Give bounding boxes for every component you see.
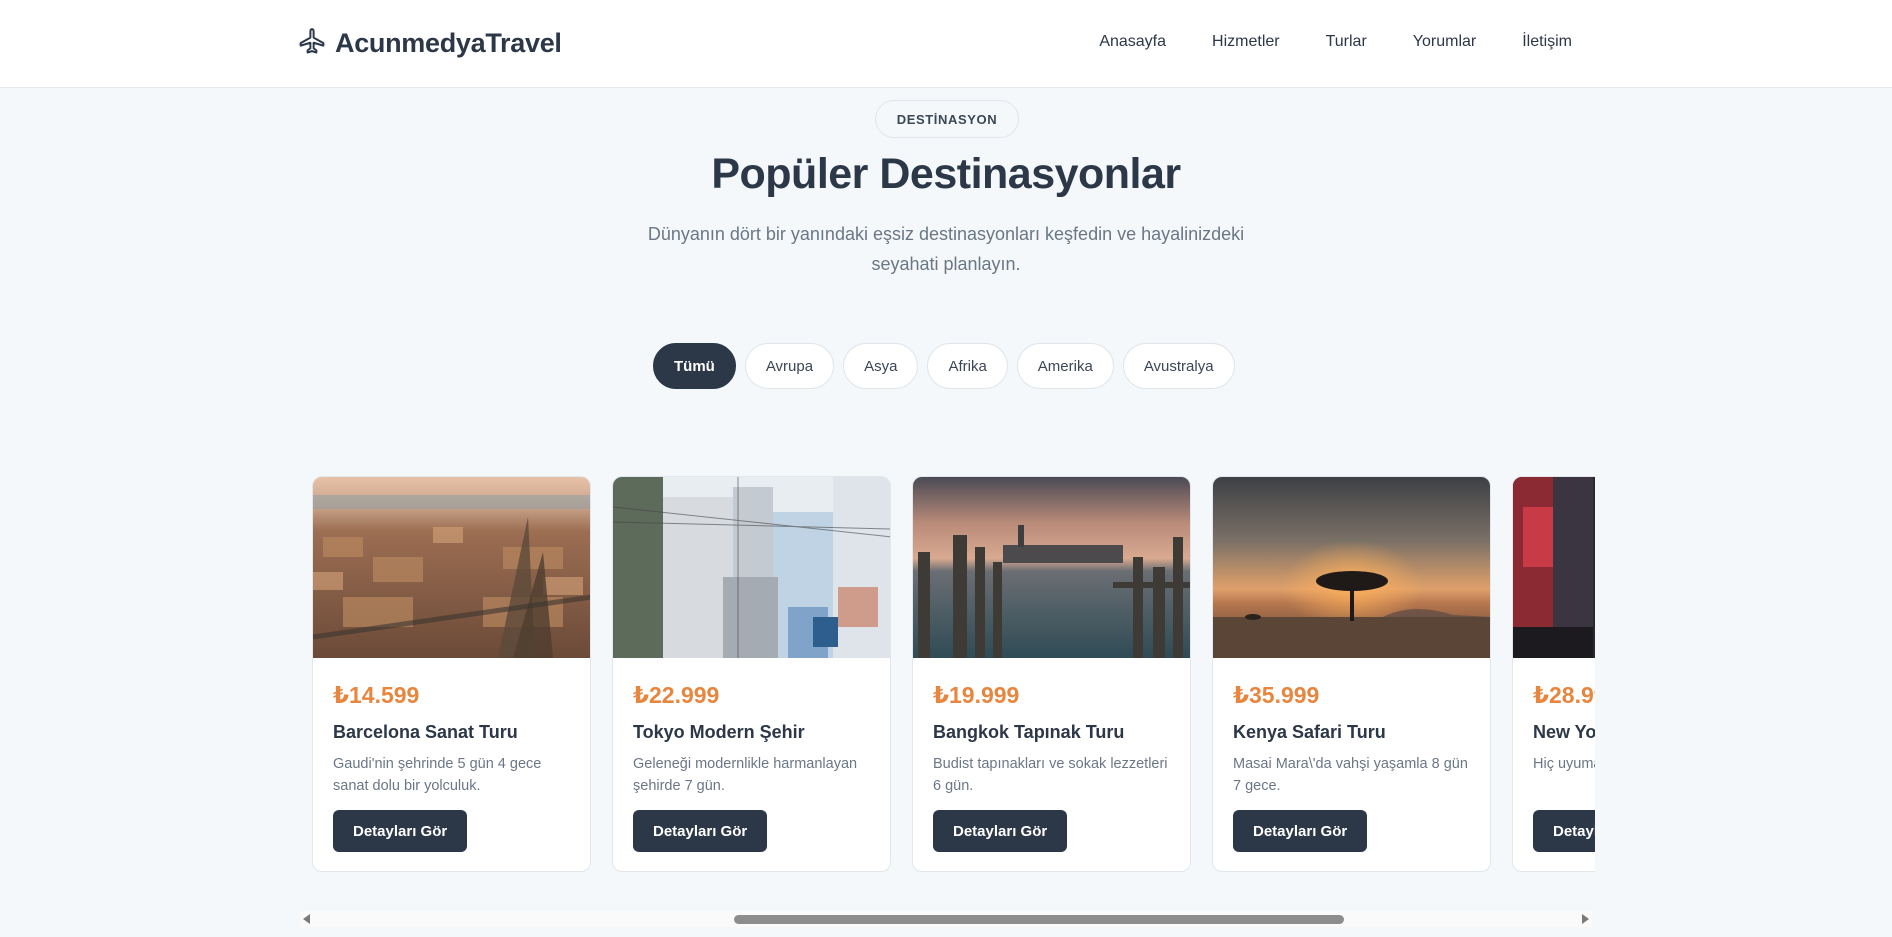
nav-link-iletisim[interactable]: İletişim xyxy=(1522,33,1572,51)
card-image-bangkok xyxy=(913,477,1190,658)
card-image-tokyo xyxy=(613,477,890,658)
section-badge: DESTİNASYON xyxy=(875,100,1019,138)
card-description: Masai Mara\'da vahşi yaşamla 8 gün 7 gec… xyxy=(1233,756,1468,794)
card-description: Hiç uyumayan şehirde 6 gün 5 gece. xyxy=(1533,756,1595,772)
scroll-right-arrow-icon[interactable] xyxy=(1582,914,1589,924)
nav-link-anasayfa[interactable]: Anasayfa xyxy=(1099,33,1166,51)
details-button[interactable]: Detayları Gör xyxy=(333,810,468,852)
card-price: ₺19.999 xyxy=(933,682,1020,708)
card-title: New York Şehir Turu xyxy=(1533,722,1595,742)
nav-link-hizmetler[interactable]: Hizmetler xyxy=(1212,33,1280,51)
destination-card-newyork[interactable]: ₺28.999 New York Şehir Turu Hiç uyumayan… xyxy=(1512,476,1595,872)
main-nav: Anasayfa Hizmetler Turlar Yorumlar İleti… xyxy=(1099,0,1572,84)
card-price: ₺35.999 xyxy=(1233,682,1320,708)
section-subtitle: Dünyanın dört bir yanındaki eşsiz destin… xyxy=(647,224,1245,274)
filter-avrupa[interactable]: Avrupa xyxy=(744,343,835,389)
filter-asya[interactable]: Asya xyxy=(843,343,919,389)
site-header: AcunmedyaTravel Anasayfa Hizmetler Turla… xyxy=(0,0,1892,88)
destination-card-kenya[interactable]: ₺35.999 Kenya Safari Turu Masai Mara\'da… xyxy=(1212,476,1491,872)
destination-card-bangkok[interactable]: ₺19.999 Bangkok Tapınak Turu Budist tapı… xyxy=(912,476,1191,872)
card-price: ₺28.999 xyxy=(1533,682,1595,708)
filter-avustralya[interactable]: Avustralya xyxy=(1122,343,1235,389)
card-title: Bangkok Tapınak Turu xyxy=(933,722,1125,742)
card-description: Budist tapınakları ve sokak lezzetleri 6… xyxy=(933,756,1168,794)
card-price: ₺14.599 xyxy=(333,682,420,708)
filter-tumu[interactable]: Tümü xyxy=(653,343,736,389)
card-description: Gaudi'nin şehrinde 5 gün 4 gece sanat do… xyxy=(333,756,542,794)
details-button[interactable]: Detayları Gör xyxy=(1233,810,1368,852)
carousel-scrollbar[interactable] xyxy=(300,911,1592,927)
destination-carousel[interactable]: ₺14.599 Barcelona Sanat Turu Gaudi'nin ş… xyxy=(312,476,1595,872)
brand-logo[interactable]: AcunmedyaTravel xyxy=(297,25,562,61)
details-button[interactable]: Detayları Gör xyxy=(1533,810,1595,852)
brand-name: AcunmedyaTravel xyxy=(335,27,562,58)
filter-amerika[interactable]: Amerika xyxy=(1016,343,1114,389)
card-image-kenya xyxy=(1213,477,1490,658)
scroll-left-arrow-icon[interactable] xyxy=(303,914,310,924)
details-button[interactable]: Detayları Gör xyxy=(933,810,1068,852)
card-image-newyork xyxy=(1513,477,1595,658)
region-filter-bar: Tümü Avrupa Asya Afrika Amerika Avustral… xyxy=(653,343,1235,389)
filter-afrika[interactable]: Afrika xyxy=(927,343,1008,389)
destination-track: ₺14.599 Barcelona Sanat Turu Gaudi'nin ş… xyxy=(312,476,1595,872)
details-button[interactable]: Detayları Gör xyxy=(633,810,768,852)
card-image-barcelona xyxy=(313,477,590,658)
destination-card-barcelona[interactable]: ₺14.599 Barcelona Sanat Turu Gaudi'nin ş… xyxy=(312,476,591,872)
card-title: Kenya Safari Turu xyxy=(1233,722,1386,742)
destination-card-tokyo[interactable]: ₺22.999 Tokyo Modern Şehir Geleneği mode… xyxy=(612,476,891,872)
card-title: Tokyo Modern Şehir xyxy=(633,722,805,742)
nav-link-turlar[interactable]: Turlar xyxy=(1326,33,1367,51)
card-price: ₺22.999 xyxy=(633,682,720,708)
nav-link-yorumlar[interactable]: Yorumlar xyxy=(1413,33,1476,51)
airplane-icon xyxy=(297,26,327,61)
card-title: Barcelona Sanat Turu xyxy=(333,722,518,742)
card-description: Geleneği modernlikle harmanlayan şehirde… xyxy=(633,756,858,794)
section-title: Popüler Destinasyonlar xyxy=(711,150,1181,198)
scrollbar-thumb[interactable] xyxy=(734,915,1344,924)
